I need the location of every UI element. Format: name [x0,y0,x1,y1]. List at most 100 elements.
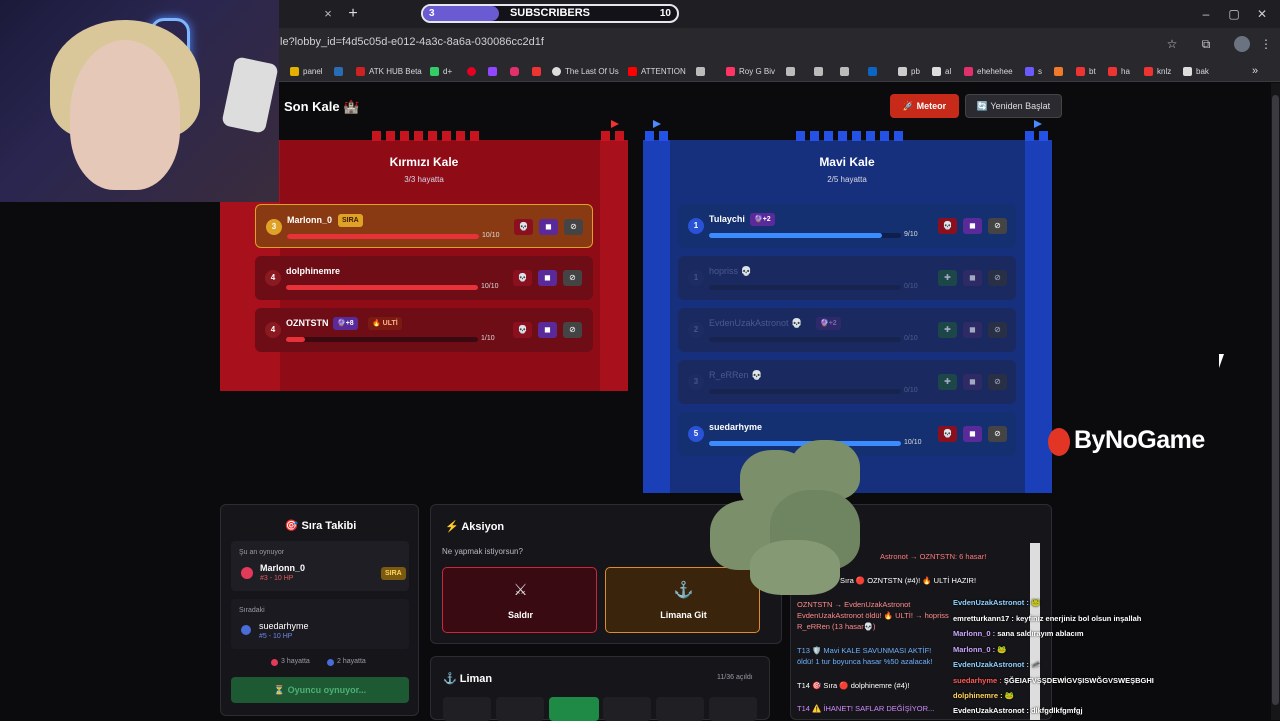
url-text[interactable]: le?lobby_id=f4d5c05d-e012-4a3c-8a6a-0300… [280,36,544,48]
webcam-overlay [0,0,279,202]
block-icon[interactable]: ⊘ [988,218,1007,234]
bookmark-ehehehee[interactable]: ehehehee [964,64,1013,78]
harbor-slot[interactable] [443,697,491,721]
skull-icon[interactable]: 💀 [513,322,532,338]
bookmark-attention[interactable]: ATTENTION [628,64,686,78]
harbor-slot[interactable] [709,697,757,721]
skull-icon[interactable]: 💀 [938,218,957,234]
bookmark-roy-g-biv[interactable]: Roy G Biv [726,64,775,78]
bookmark-icon [932,66,941,76]
blue-team-dot [327,659,334,666]
bookmark-linkedin[interactable] [868,64,877,78]
shield-icon[interactable]: ◼ [963,218,982,234]
bookmark-orange[interactable] [1054,64,1063,78]
more-bookmarks-icon[interactable]: » [1252,64,1258,78]
block-icon[interactable]: ⊘ [988,322,1007,338]
block-icon[interactable]: ⊘ [563,322,582,338]
block-icon[interactable]: ⊘ [988,374,1007,390]
revive-icon[interactable]: ✚ [938,374,957,390]
skull-icon[interactable]: 💀 [938,426,957,442]
block-icon[interactable]: ⊘ [563,270,582,286]
bookmark-bak[interactable]: bak [1183,64,1209,78]
bookmark-misc4[interactable] [840,64,849,78]
blue-player-row-dead[interactable]: 1 hopriss 💀 0/10 ✚ ◼ ⊘ [678,256,1016,300]
blue-player-row[interactable]: 1 Tulaychi 🔮+2 9/10 💀 ◼ ⊘ [678,204,1016,248]
action-question: Ne yapmak istiyorsun? [442,547,523,556]
profile-avatar[interactable] [1234,36,1250,52]
menu-icon[interactable]: ⋮ [1258,36,1274,52]
red-player-row[interactable]: 3 Marlonn_0 SIRA 10/10 💀 ◼ ⊘ [255,204,593,248]
bookmark-misc3[interactable] [814,64,823,78]
bookmark-red[interactable] [532,64,541,78]
bookmark-al[interactable]: al [932,64,951,78]
next-player-sub: #5 - 10 HP [259,633,293,640]
bookmark-dplus[interactable]: d+ [430,64,452,78]
block-icon[interactable]: ⊘ [988,270,1007,286]
shield-icon[interactable]: ◼ [539,219,558,235]
restart-button[interactable]: 🔄 Yeniden Başlat [965,94,1062,118]
blue-player-row-dead[interactable]: 2 EvdenUzakAstronot 💀 🔮+2 0/10 ✚ ◼ ⊘ [678,308,1016,352]
bookmark-atk-hub[interactable]: ATK HUB Beta [356,64,422,78]
minimize-icon[interactable]: – [1196,6,1216,22]
red-player-row[interactable]: 4 dolphinemre 10/10 💀 ◼ ⊘ [255,256,593,300]
shield-icon[interactable]: ◼ [963,322,982,338]
block-icon[interactable]: ⊘ [564,219,583,235]
bookmark-panel[interactable]: panel [290,64,323,78]
bookmark-pinterest[interactable] [467,64,476,78]
castle-crenel [442,131,451,141]
star-icon[interactable]: ☆ [1164,36,1180,52]
bookmark-s[interactable]: s [1025,64,1042,78]
maximize-icon[interactable]: ▢ [1224,6,1244,22]
shield-icon[interactable]: ◼ [963,374,982,390]
swords-icon: ⚔ [513,582,528,599]
new-tab-icon[interactable]: + [344,5,362,23]
revive-icon[interactable]: ✚ [938,270,957,286]
revive-icon[interactable]: ✚ [938,322,957,338]
skull-icon[interactable]: 💀 [514,219,533,235]
bookmark-misc2[interactable] [786,64,795,78]
instagram-icon [510,66,519,76]
shield-icon[interactable]: ◼ [963,426,982,442]
meteor-button[interactable]: 🚀 Meteor [890,94,959,118]
harbor-slot[interactable] [496,697,544,721]
bookmark-knlz[interactable]: knlz [1144,64,1171,78]
red-player-row[interactable]: 4 OZNTSTN 🔮+8 🔥 ULTİ 1/10 💀 ◼ ⊘ [255,308,593,352]
chat-text: 🐸 [997,645,1007,654]
chat-message: EvdenUzakAstronot : dlkfgdlkfgmfgj [953,706,1083,715]
skull-icon[interactable]: 💀 [513,270,532,286]
mouse-cursor [1219,354,1224,368]
page-scroll-thumb[interactable] [1272,95,1279,705]
steam-icon [334,66,343,76]
bookmark-twitch[interactable] [488,64,497,78]
hp-text: 0/10 [904,387,918,394]
bookmark-steam[interactable] [334,64,343,78]
bookmark-misc[interactable] [696,64,705,78]
blue-alive-count: 2 hayatta [337,658,366,665]
harbor-slot[interactable] [603,697,651,721]
bookmark-ha[interactable]: ha [1108,64,1130,78]
shield-icon[interactable]: ◼ [538,322,557,338]
bookmark-icon [786,66,795,76]
close-window-icon[interactable]: ✕ [1252,6,1272,22]
bookmark-last-of-us[interactable]: The Last Of Us [552,64,619,78]
bookmark-pb[interactable]: pb [898,64,920,78]
chat-text: 🦟 [1030,660,1041,669]
bookmark-instagram[interactable] [510,64,519,78]
shield-icon[interactable]: ◼ [963,270,982,286]
harbor-title: ⚓ Liman [443,673,493,685]
chat-message: EvdenUzakAstronot : 🦟 [953,660,1040,669]
block-icon[interactable]: ⊘ [988,426,1007,442]
shield-icon[interactable]: ◼ [538,270,557,286]
attack-button[interactable]: ⚔ Saldır [442,567,597,633]
harbor-count: 11/36 açıldı [717,674,753,681]
player-number: 5 [688,426,704,442]
chat-text: dlkfgdlkfgmfgj [1030,706,1083,715]
player-name: R_eRRen 💀 [709,370,763,380]
close-tab-icon[interactable]: × [320,6,336,22]
waiting-button[interactable]: ⏳ Oyuncu oynuyor... [231,677,409,703]
bookmark-bt[interactable]: bt [1076,64,1096,78]
harbor-slot-opened[interactable] [549,697,599,721]
extensions-icon[interactable]: ⧉ [1198,36,1214,52]
blue-player-row-dead[interactable]: 3 R_eRRen 💀 0/10 ✚ ◼ ⊘ [678,360,1016,404]
harbor-slot[interactable] [656,697,704,721]
